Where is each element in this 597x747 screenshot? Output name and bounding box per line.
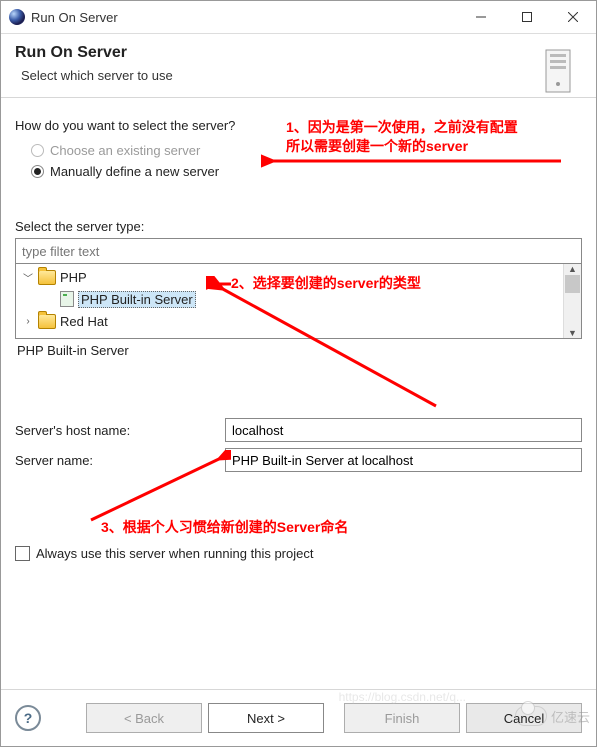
host-name-row: Server's host name: <box>15 418 582 442</box>
wizard-content: How do you want to select the server? Ch… <box>1 98 596 561</box>
watermark: 亿速云 <box>515 706 590 726</box>
help-button[interactable]: ? <box>15 705 41 731</box>
maximize-button[interactable] <box>504 1 550 33</box>
folder-icon <box>38 314 56 329</box>
expand-icon[interactable]: › <box>22 316 34 327</box>
tree-label: PHP Built-in Server <box>78 291 196 308</box>
minimize-button[interactable] <box>458 1 504 33</box>
wizard-button-bar: ? < Back Next > Finish Cancel <box>1 689 596 746</box>
cloud-icon <box>515 706 547 726</box>
scroll-down-icon[interactable]: ▼ <box>568 328 577 338</box>
tree-scrollbar[interactable]: ▲ ▼ <box>563 264 581 338</box>
radio-label: Choose an existing server <box>50 143 200 158</box>
server-name-label: Server name: <box>15 453 225 468</box>
server-name-row: Server name: <box>15 448 582 472</box>
wizard-banner: Run On Server Select which server to use <box>1 34 596 98</box>
always-use-label: Always use this server when running this… <box>36 546 313 561</box>
tree-node-redhat[interactable]: › Red Hat <box>16 310 581 332</box>
tree-node-php[interactable]: ﹀ PHP <box>16 266 581 288</box>
radio-existing-server: Choose an existing server <box>31 143 582 158</box>
finish-button: Finish <box>344 703 460 733</box>
host-name-input[interactable] <box>225 418 582 442</box>
titlebar: Run On Server <box>1 1 596 34</box>
watermark-text: 亿速云 <box>551 707 590 726</box>
folder-icon <box>38 270 56 285</box>
server-icon <box>542 48 578 96</box>
checkbox-icon[interactable] <box>15 546 30 561</box>
tree-label: PHP <box>60 270 87 285</box>
dialog-window: Run On Server Run On Server Select which… <box>0 0 597 747</box>
eclipse-icon <box>9 9 25 25</box>
server-type-label: Select the server type: <box>15 219 582 234</box>
radio-icon <box>31 165 44 178</box>
tree-node-php-builtin[interactable]: PHP Built-in Server <box>16 288 581 310</box>
annotation-3: 3、根据个人习惯给新创建的Server命名 <box>101 518 348 537</box>
tree-label: Red Hat <box>60 314 108 329</box>
back-button: < Back <box>86 703 202 733</box>
server-type-tree[interactable]: ﹀ PHP PHP Built-in Server › Red Hat ▲ <box>15 264 582 339</box>
radio-manual-server[interactable]: Manually define a new server <box>31 164 582 179</box>
radio-label: Manually define a new server <box>50 164 219 179</box>
page-title: Run On Server <box>15 44 582 62</box>
scroll-up-icon[interactable]: ▲ <box>568 264 577 274</box>
server-type-icon <box>60 291 74 307</box>
close-button[interactable] <box>550 1 596 33</box>
type-filter-input[interactable] <box>15 238 582 264</box>
selected-server-type: PHP Built-in Server <box>17 343 582 358</box>
radio-icon <box>31 144 44 157</box>
window-title: Run On Server <box>31 10 118 25</box>
scroll-thumb[interactable] <box>565 275 580 293</box>
selection-question: How do you want to select the server? <box>15 118 582 133</box>
host-name-label: Server's host name: <box>15 423 225 438</box>
expand-icon[interactable]: ﹀ <box>22 270 34 285</box>
server-name-input[interactable] <box>225 448 582 472</box>
page-subtitle: Select which server to use <box>21 68 582 83</box>
always-use-row[interactable]: Always use this server when running this… <box>15 546 582 561</box>
next-button[interactable]: Next > <box>208 703 324 733</box>
